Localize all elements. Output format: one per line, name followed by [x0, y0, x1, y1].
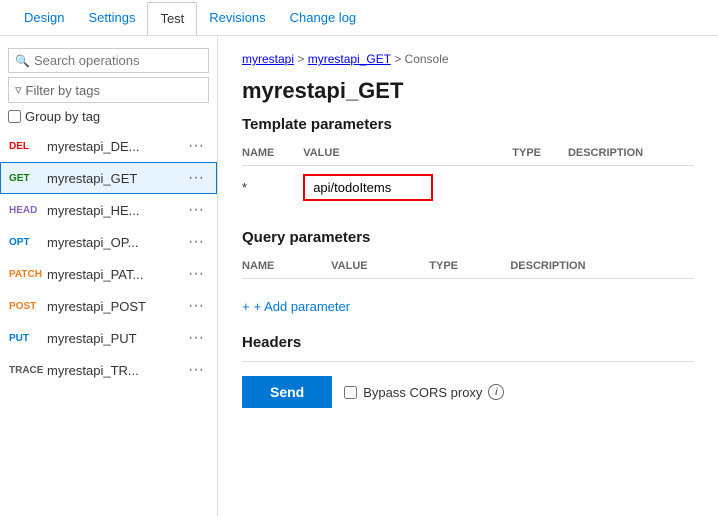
- param-description: [568, 166, 694, 210]
- search-box[interactable]: 🔍: [8, 48, 209, 73]
- filter-box[interactable]: ▿ Filter by tags: [8, 77, 209, 103]
- top-nav: Design Settings Test Revisions Change lo…: [0, 0, 718, 36]
- group-by-tag-label: Group by tag: [25, 109, 100, 124]
- sidebar-item-name-patch: myrestapi_PAT...: [47, 267, 184, 282]
- info-icon[interactable]: i: [488, 384, 504, 400]
- query-params-table: NAME VALUE TYPE DESCRIPTION: [242, 256, 694, 279]
- sidebar-item-name-put: myrestapi_PUT: [47, 331, 184, 346]
- filter-icon: ▿: [15, 82, 22, 98]
- add-icon: +: [242, 299, 250, 314]
- bypass-cors-label: Bypass CORS proxy: [363, 385, 482, 400]
- dots-menu-head[interactable]: ···: [184, 201, 208, 219]
- breadcrumb: myrestapi > myrestapi_GET > Console: [242, 52, 694, 66]
- tab-revisions[interactable]: Revisions: [197, 2, 277, 33]
- tab-test[interactable]: Test: [147, 2, 197, 35]
- method-badge-trace: TRACE: [9, 365, 47, 376]
- dots-menu-put[interactable]: ···: [184, 329, 208, 347]
- sidebar-item-name-get: myrestapi_GET: [47, 171, 184, 186]
- breadcrumb-sep2: >: [394, 52, 404, 66]
- qcol-name: NAME: [242, 256, 331, 279]
- breadcrumb-console: Console: [405, 52, 449, 66]
- headers-divider: [242, 361, 694, 362]
- main-layout: 🔍 ▿ Filter by tags Group by tag DEL myre…: [0, 36, 718, 516]
- sidebar-item-name-del: myrestapi_DE...: [47, 139, 184, 154]
- col-value: VALUE: [303, 143, 512, 166]
- breadcrumb-operation[interactable]: myrestapi_GET: [308, 52, 391, 66]
- qcol-value: VALUE: [331, 256, 429, 279]
- param-type: [512, 166, 568, 210]
- sidebar-item-del[interactable]: DEL myrestapi_DE... ···: [0, 130, 217, 162]
- group-by-tag-checkbox[interactable]: [8, 110, 21, 123]
- content-area: myrestapi > myrestapi_GET > Console myre…: [218, 36, 718, 516]
- sidebar: 🔍 ▿ Filter by tags Group by tag DEL myre…: [0, 36, 218, 516]
- method-badge-patch: PATCH: [9, 269, 47, 280]
- sidebar-item-head[interactable]: HEAD myrestapi_HE... ···: [0, 194, 217, 226]
- method-badge-post: POST: [9, 301, 47, 312]
- sidebar-item-name-opt: myrestapi_OP...: [47, 235, 184, 250]
- dots-menu-patch[interactable]: ···: [184, 265, 208, 283]
- query-params-title: Query parameters: [242, 229, 694, 246]
- param-value-input[interactable]: [303, 174, 433, 201]
- param-value-cell: [303, 166, 512, 210]
- method-badge-opt: OPT: [9, 237, 47, 248]
- dots-menu-post[interactable]: ···: [184, 297, 208, 315]
- sidebar-item-opt[interactable]: OPT myrestapi_OP... ···: [0, 226, 217, 258]
- send-section: Send Bypass CORS proxy i: [242, 376, 694, 408]
- tab-changelog[interactable]: Change log: [278, 2, 369, 33]
- page-title: myrestapi_GET: [242, 78, 694, 104]
- sidebar-item-name-head: myrestapi_HE...: [47, 203, 184, 218]
- sidebar-item-trace[interactable]: TRACE myrestapi_TR... ···: [0, 354, 217, 386]
- send-button[interactable]: Send: [242, 376, 332, 408]
- breadcrumb-sep1: >: [297, 52, 307, 66]
- sidebar-item-get[interactable]: GET myrestapi_GET ···: [0, 162, 217, 194]
- filter-label: Filter by tags: [26, 83, 100, 98]
- tab-design[interactable]: Design: [12, 2, 76, 33]
- method-badge-del: DEL: [9, 141, 47, 152]
- sidebar-item-post[interactable]: POST myrestapi_POST ···: [0, 290, 217, 322]
- sidebar-item-patch[interactable]: PATCH myrestapi_PAT... ···: [0, 258, 217, 290]
- table-row: *: [242, 166, 694, 210]
- add-param-button[interactable]: + + Add parameter: [242, 299, 694, 314]
- search-input[interactable]: [34, 53, 202, 68]
- headers-title: Headers: [242, 334, 694, 351]
- tab-settings[interactable]: Settings: [76, 2, 147, 33]
- dots-menu-get[interactable]: ···: [184, 169, 208, 187]
- sidebar-item-put[interactable]: PUT myrestapi_PUT ···: [0, 322, 217, 354]
- add-param-label: + Add parameter: [254, 299, 350, 314]
- bypass-cors-checkbox[interactable]: [344, 386, 357, 399]
- sidebar-item-name-trace: myrestapi_TR...: [47, 363, 184, 378]
- dots-menu-opt[interactable]: ···: [184, 233, 208, 251]
- bypass-cors-container: Bypass CORS proxy i: [344, 384, 504, 400]
- group-by-tag[interactable]: Group by tag: [8, 109, 209, 124]
- search-icon: 🔍: [15, 54, 30, 68]
- breadcrumb-api[interactable]: myrestapi: [242, 52, 294, 66]
- sidebar-item-name-post: myrestapi_POST: [47, 299, 184, 314]
- dots-menu-trace[interactable]: ···: [184, 361, 208, 379]
- qcol-type: TYPE: [429, 256, 510, 279]
- method-badge-head: HEAD: [9, 205, 47, 216]
- col-description: DESCRIPTION: [568, 143, 694, 166]
- col-type: TYPE: [512, 143, 568, 166]
- method-badge-put: PUT: [9, 333, 47, 344]
- param-name: *: [242, 166, 303, 210]
- dots-menu-del[interactable]: ···: [184, 137, 208, 155]
- template-params-title: Template parameters: [242, 116, 694, 133]
- qcol-description: DESCRIPTION: [510, 256, 694, 279]
- method-badge-get: GET: [9, 173, 47, 184]
- col-name: NAME: [242, 143, 303, 166]
- template-params-table: NAME VALUE TYPE DESCRIPTION *: [242, 143, 694, 209]
